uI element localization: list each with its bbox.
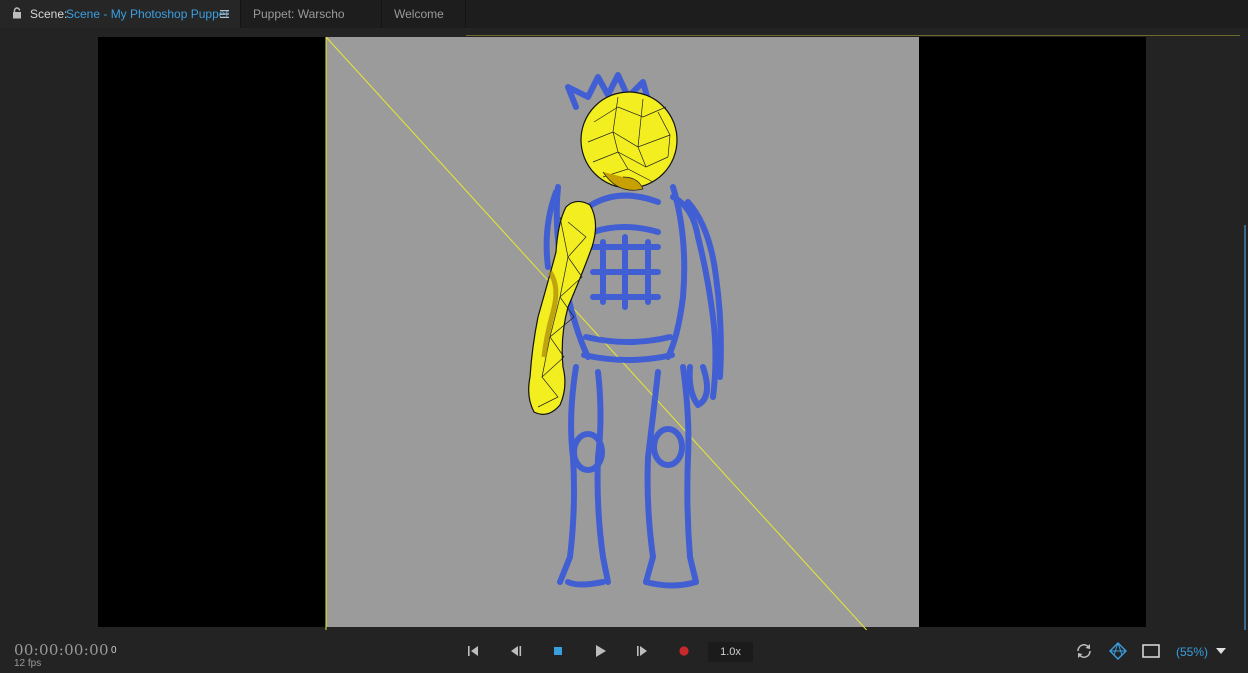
fps-label: 12 fps (14, 658, 42, 669)
record-icon[interactable] (673, 640, 695, 662)
panel-tab-bar: Scene: Scene - My Photoshop Puppet Puppe… (0, 0, 1248, 28)
zoom-level[interactable]: (55%) (1176, 645, 1208, 659)
scene-name-link[interactable]: Scene - My Photoshop Puppet (66, 0, 229, 28)
tab-scene[interactable]: Scene: Scene - My Photoshop Puppet (0, 0, 240, 28)
frame-number[interactable]: 0 (111, 645, 117, 656)
scroll-indicator (1244, 225, 1246, 645)
transport-bar: 00:00:00:00 12 fps 0 1.0x (55%) (0, 630, 1248, 673)
mesh-icon[interactable] (1107, 640, 1129, 662)
hamburger-menu-icon[interactable] (220, 9, 230, 19)
scene-label: Scene: (30, 7, 68, 21)
play-icon[interactable] (589, 640, 611, 662)
scene-viewer[interactable] (98, 37, 1146, 637)
refresh-icon[interactable] (1073, 640, 1095, 662)
playback-rate[interactable]: 1.0x (708, 642, 753, 662)
skip-to-start-icon[interactable] (462, 640, 484, 662)
step-back-icon[interactable] (505, 640, 527, 662)
panel-focus-line (466, 35, 1240, 36)
lock-icon[interactable] (12, 7, 22, 19)
step-forward-icon[interactable] (631, 640, 653, 662)
stage-canvas[interactable] (98, 37, 1146, 637)
tab-puppet[interactable]: Puppet: Warscho (240, 0, 380, 28)
timecode-display[interactable]: 00:00:00:00 (14, 641, 109, 659)
stop-icon[interactable] (547, 640, 569, 662)
chevron-down-icon[interactable] (1210, 640, 1232, 662)
tab-welcome[interactable]: Welcome (381, 0, 466, 28)
frame-icon[interactable] (1140, 640, 1162, 662)
